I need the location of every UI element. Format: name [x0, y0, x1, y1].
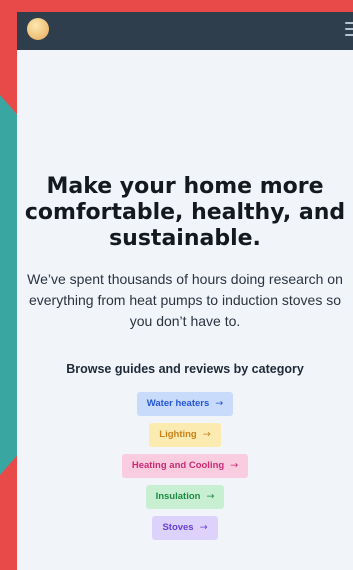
- category-button-heating-and-cooling[interactable]: Heating and Cooling →: [121, 454, 249, 478]
- top-navigation-bar: [17, 12, 353, 50]
- hamburger-menu-icon[interactable]: [345, 22, 353, 36]
- avatar[interactable]: [27, 18, 49, 40]
- category-label: Stoves: [162, 522, 194, 533]
- hero-subtitle: We’ve spent thousands of hours doing res…: [27, 271, 343, 329]
- category-label: Heating and Cooling: [131, 460, 225, 471]
- arrow-right-icon: →: [202, 429, 211, 440]
- category-button-lighting[interactable]: Lighting →: [149, 423, 221, 447]
- page-title: Make your home more comfortable, healthy…: [24, 174, 346, 251]
- menu-line: [345, 28, 353, 30]
- arrow-right-icon: →: [215, 398, 224, 409]
- category-button-water-heaters[interactable]: Water heaters →: [136, 392, 234, 416]
- menu-line: [345, 22, 353, 24]
- category-label: Lighting: [159, 429, 197, 440]
- menu-line: [345, 34, 353, 36]
- category-label: Insulation: [155, 491, 201, 502]
- category-label: Water heaters: [146, 398, 210, 409]
- hero-section: Make your home more comfortable, healthy…: [17, 174, 353, 540]
- browse-heading: Browse guides and reviews by category: [66, 362, 304, 376]
- arrow-right-icon: →: [230, 460, 239, 471]
- category-list: Water heaters → Lighting → Heating and C…: [17, 392, 353, 540]
- page-viewport: Make your home more comfortable, healthy…: [17, 12, 353, 570]
- arrow-right-icon: →: [206, 491, 215, 502]
- category-button-insulation[interactable]: Insulation →: [145, 485, 225, 509]
- arrow-right-icon: →: [199, 522, 208, 533]
- category-button-stoves[interactable]: Stoves →: [152, 516, 218, 540]
